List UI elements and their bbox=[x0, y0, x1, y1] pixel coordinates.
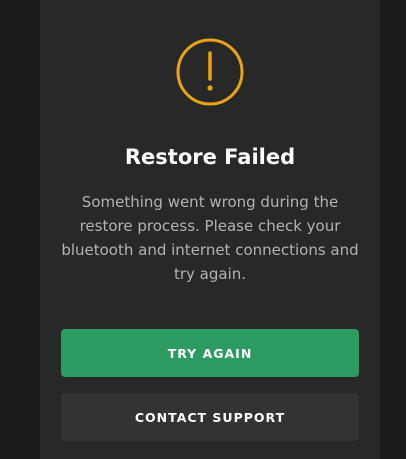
dialog-title: Restore Failed bbox=[124, 145, 296, 169]
exclamation-circle-icon bbox=[176, 38, 244, 106]
restore-failed-dialog: Restore Failed Something went wrong duri… bbox=[40, 0, 380, 459]
dialog-message: Something went wrong during the restore … bbox=[61, 193, 359, 283]
try-again-button[interactable]: TRY AGAIN bbox=[61, 329, 359, 377]
contact-support-button[interactable]: CONTACT SUPPORT bbox=[61, 393, 359, 441]
